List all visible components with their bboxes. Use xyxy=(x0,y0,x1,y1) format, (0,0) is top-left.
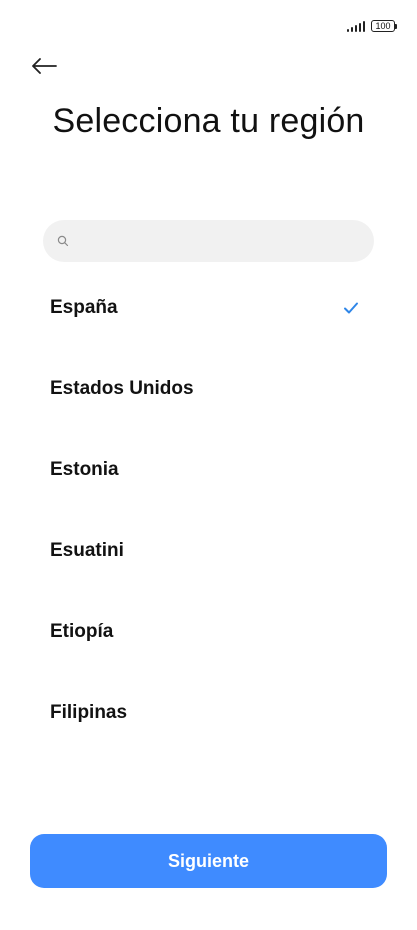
region-label: Esuatini xyxy=(50,539,124,561)
list-item-esuatini[interactable]: Esuatini xyxy=(0,510,417,591)
next-button[interactable]: Siguiente xyxy=(30,834,387,888)
region-label: Estados Unidos xyxy=(50,377,194,399)
back-button[interactable] xyxy=(28,52,60,80)
list-item-espana[interactable]: España xyxy=(0,267,417,348)
region-label: Etiopía xyxy=(50,620,114,642)
signal-bars-icon xyxy=(347,20,365,32)
status-bar: 100 xyxy=(347,18,397,34)
search-input[interactable] xyxy=(79,231,363,251)
list-item-filipinas[interactable]: Filipinas xyxy=(0,672,417,753)
search-icon xyxy=(57,235,69,247)
region-list: España Estados Unidos Estonia Esuatini E… xyxy=(0,267,417,753)
page-title: Selecciona tu región xyxy=(52,102,365,140)
search-bar[interactable] xyxy=(43,220,374,262)
region-label: Estonia xyxy=(50,458,119,480)
check-icon xyxy=(343,301,359,315)
battery-icon: 100 xyxy=(371,20,397,32)
arrow-left-icon xyxy=(32,58,57,74)
list-item-etiopia[interactable]: Etiopía xyxy=(0,591,417,672)
battery-level: 100 xyxy=(375,20,391,31)
list-item-estonia[interactable]: Estonia xyxy=(0,429,417,510)
list-item-estados-unidos[interactable]: Estados Unidos xyxy=(0,348,417,429)
region-label: Filipinas xyxy=(50,701,128,723)
region-label: España xyxy=(50,296,118,318)
